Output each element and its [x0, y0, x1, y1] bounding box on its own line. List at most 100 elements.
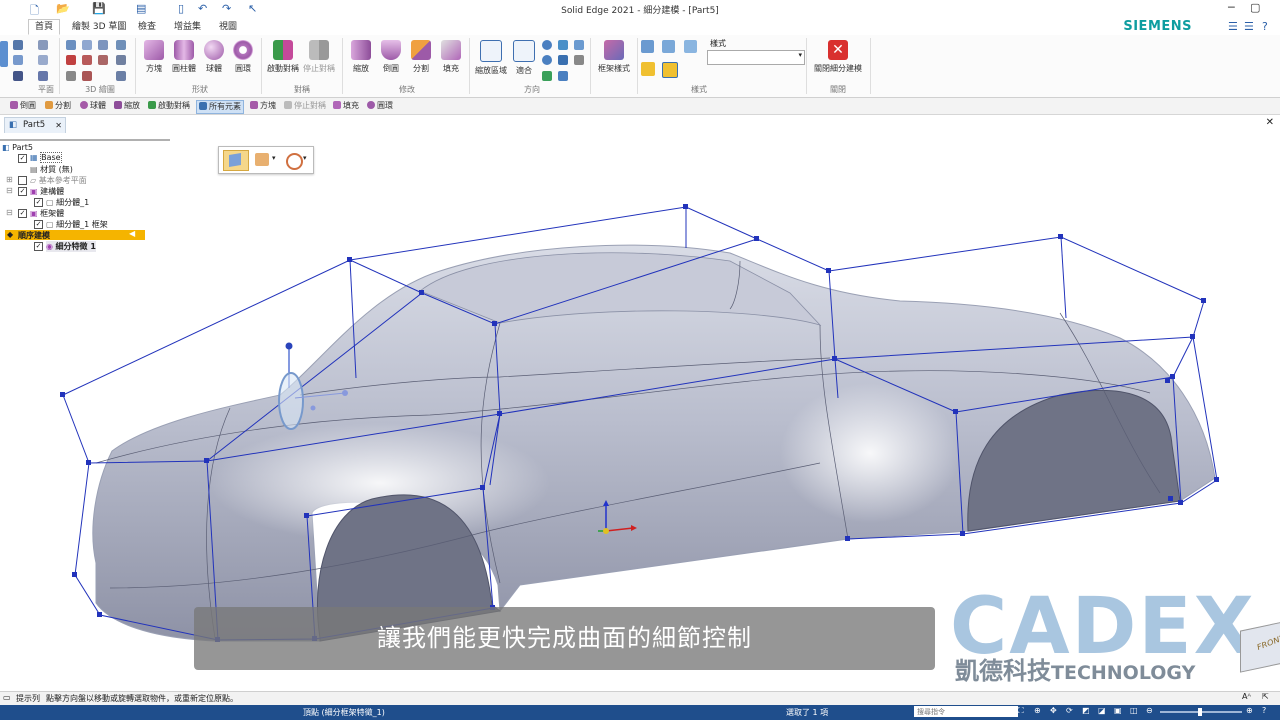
box-button[interactable]: 方塊: [142, 40, 166, 74]
view-cube-icon[interactable]: [641, 40, 654, 53]
expand-icon[interactable]: ⊟: [6, 186, 13, 195]
select-vertex-button[interactable]: ▾: [283, 150, 310, 170]
plane-icon[interactable]: [13, 40, 23, 50]
tree-item-frame-body[interactable]: ▣ 框架體: [30, 208, 64, 219]
zoom-in-icon[interactable]: ⊕: [1246, 706, 1253, 715]
tree-item-subdivision-feature[interactable]: ◉ 細分特徵 1: [46, 241, 96, 252]
fillet-icon[interactable]: [82, 71, 92, 81]
checkbox-base[interactable]: ✓: [18, 154, 27, 163]
fit-view-icon[interactable]: ⛶: [1018, 706, 1024, 716]
expand-icon[interactable]: ⊟: [6, 208, 13, 217]
tree-item-subdivision-body[interactable]: ▢ 細分體_1: [46, 197, 89, 208]
view-cube-icon[interactable]: [684, 40, 697, 53]
tab-addins[interactable]: 增益集: [168, 20, 207, 34]
pan-icon[interactable]: [558, 55, 568, 65]
fit-button[interactable]: 適合: [512, 40, 536, 76]
document-tab-part5[interactable]: ◧ Part5 ✕: [4, 117, 66, 134]
tree-root[interactable]: ◧ Part5: [2, 143, 33, 152]
plane-icon[interactable]: [38, 40, 48, 50]
line-icon[interactable]: [66, 55, 76, 65]
stop-symmetry-button[interactable]: 停止對稱: [302, 40, 336, 74]
cmd-all-elements[interactable]: 所有元素: [196, 100, 244, 114]
text-size-icon[interactable]: Aᴬ: [1242, 692, 1251, 701]
plane-icon[interactable]: [13, 71, 23, 81]
pathfinder-handle[interactable]: [0, 133, 170, 141]
layout-icon[interactable]: ☰: [1244, 20, 1254, 33]
view-cube-icon[interactable]: [662, 40, 675, 53]
tree-item-construction-body[interactable]: ▣ 建構體: [30, 186, 64, 197]
rollback-arrow-icon[interactable]: ◀: [129, 229, 135, 238]
spline-icon[interactable]: [116, 55, 126, 65]
crease-button[interactable]: 倒圓: [378, 40, 404, 74]
checkbox-subdivision-frame[interactable]: ✓: [34, 220, 43, 229]
checkbox-subdivision-body[interactable]: ✓: [34, 198, 43, 207]
zoom-icon[interactable]: [542, 40, 552, 50]
zoom-slider-thumb[interactable]: [1198, 708, 1202, 716]
arc-icon[interactable]: [98, 40, 108, 50]
rotate-icon[interactable]: ⟳: [1066, 706, 1073, 715]
pan-icon[interactable]: ✥: [1050, 706, 1057, 715]
checkbox-frame-body[interactable]: ✓: [18, 209, 27, 218]
style-dropdown[interactable]: ▾: [707, 50, 805, 65]
checkbox-subdivision-feature[interactable]: ✓: [34, 242, 43, 251]
project-icon[interactable]: [116, 71, 126, 81]
tab-view[interactable]: 視圖: [213, 20, 243, 34]
close-document-icon[interactable]: ✕: [1266, 117, 1274, 128]
cmd-crease[interactable]: 倒圓: [10, 100, 36, 112]
help-icon[interactable]: ☰: [1228, 20, 1238, 33]
zoom-out-icon[interactable]: [542, 55, 552, 65]
zoom-area-button[interactable]: 縮放區域: [474, 40, 508, 76]
cmd-fill[interactable]: 填充: [333, 100, 359, 112]
plane-icon[interactable]: [38, 55, 48, 65]
cmd-sphere[interactable]: 球體: [80, 100, 106, 112]
select-edge-button[interactable]: ▾: [252, 150, 279, 169]
shaded-icon[interactable]: [641, 62, 655, 76]
select-tool-icon[interactable]: [0, 41, 8, 67]
rotate-icon[interactable]: [558, 40, 568, 50]
zoom-out-icon[interactable]: ⊖: [1146, 706, 1153, 715]
expand-prompt-icon[interactable]: ⇱: [1262, 692, 1269, 701]
sphere-button[interactable]: 球體: [202, 40, 226, 74]
command-search-input[interactable]: [914, 706, 1018, 717]
minimize-icon[interactable]: ─: [1228, 1, 1235, 14]
view-icon[interactable]: [558, 71, 568, 81]
split-button[interactable]: 分割: [408, 40, 434, 74]
scale-button[interactable]: 縮放: [348, 40, 374, 74]
cylinder-button[interactable]: 圓柱體: [170, 40, 198, 74]
help-question-icon[interactable]: ?: [1262, 20, 1268, 33]
tree-item-subdivision-frame[interactable]: ▢ 細分體_1 框架: [46, 219, 108, 230]
zoom-icon[interactable]: ⊕: [1034, 706, 1041, 715]
view-icon[interactable]: ◫: [1130, 706, 1138, 715]
view-icon[interactable]: ▣: [1114, 706, 1122, 715]
cmd-stop-symmetry[interactable]: 停止對稱: [284, 100, 326, 112]
cmd-split[interactable]: 分割: [45, 100, 71, 112]
cmd-box[interactable]: 方塊: [250, 100, 276, 112]
shaded-edges-icon[interactable]: [662, 62, 678, 78]
tree-item-material[interactable]: ▤ 材質 (無): [30, 164, 73, 175]
fill-button[interactable]: 填充: [438, 40, 464, 74]
plane-icon[interactable]: [38, 71, 48, 81]
torus-button[interactable]: 圓環: [231, 40, 255, 74]
select-face-button[interactable]: [223, 150, 249, 171]
arc-icon[interactable]: [82, 55, 92, 65]
tab-3d-sketch[interactable]: 繪製 3D 草圖: [66, 20, 132, 34]
circle-icon[interactable]: [82, 40, 92, 50]
restore-icon[interactable]: ▢: [1250, 1, 1260, 14]
tree-item-synchronous[interactable]: ◆ 順序建模 ◀: [5, 229, 145, 240]
zoom-slider[interactable]: [1160, 708, 1242, 716]
view-icon[interactable]: ◩: [1082, 706, 1090, 715]
curve-icon[interactable]: [116, 40, 126, 50]
rectangle-icon[interactable]: [66, 71, 76, 81]
point-icon[interactable]: [66, 40, 76, 50]
plane-icon[interactable]: [13, 55, 23, 65]
start-symmetry-button[interactable]: 啟動對稱: [266, 40, 300, 74]
tab-inspect[interactable]: 檢查: [132, 20, 162, 34]
tab-home[interactable]: 首頁: [28, 19, 61, 35]
view-icon[interactable]: [574, 55, 584, 65]
tree-item-ref-planes[interactable]: ▱ 基本參考平面: [30, 175, 87, 186]
help-icon[interactable]: ?: [1262, 706, 1266, 715]
cmd-start-symmetry[interactable]: 啟動對稱: [148, 100, 190, 112]
tangent-arc-icon[interactable]: [98, 55, 108, 65]
view-icon[interactable]: [574, 40, 584, 50]
close-icon[interactable]: ✕: [55, 118, 62, 133]
